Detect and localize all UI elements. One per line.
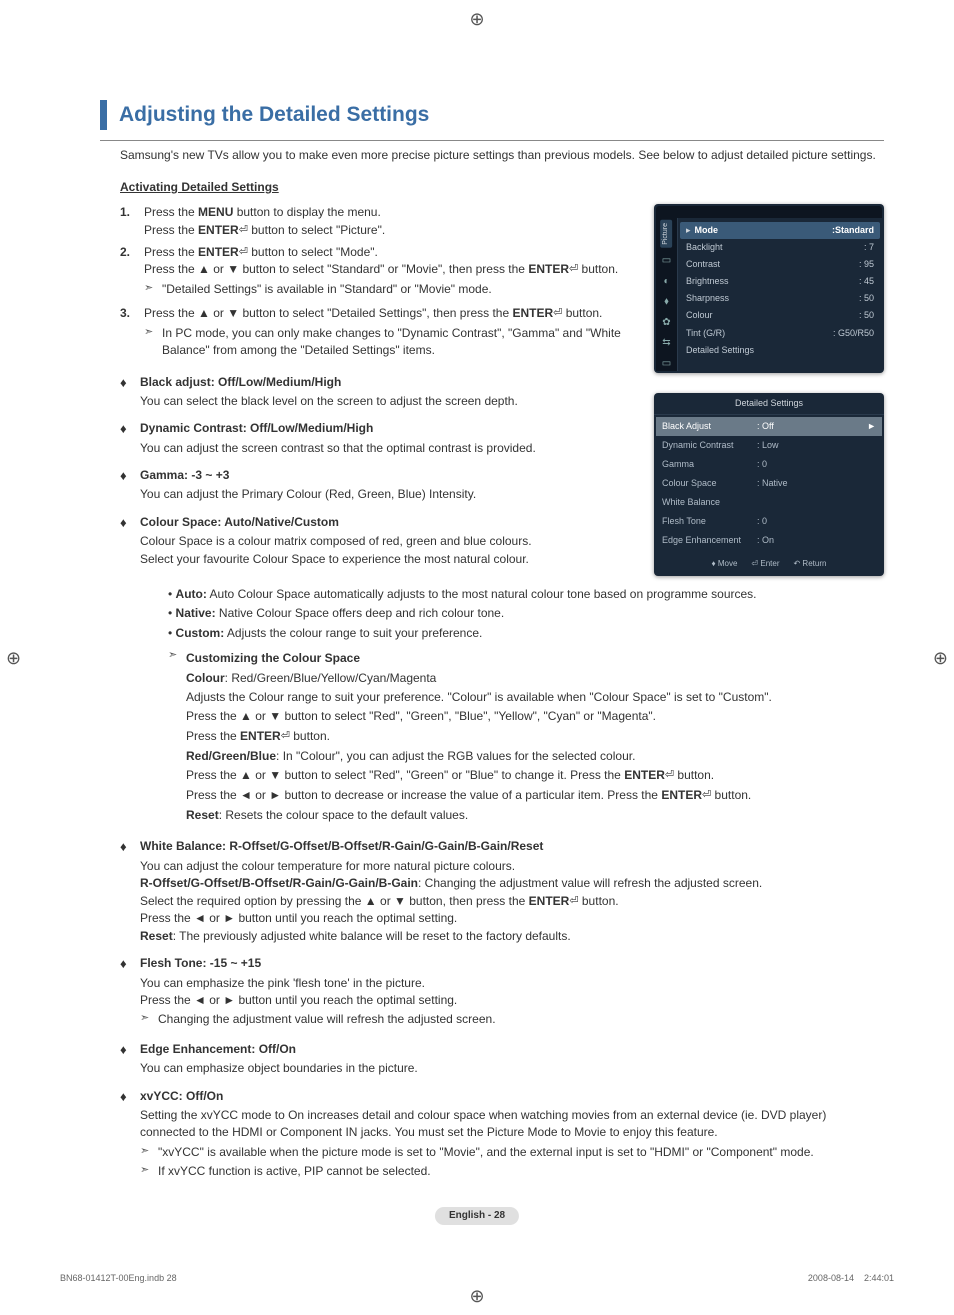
osd2-row: Black Adjust: Off► (656, 417, 882, 436)
osd-row: Tint (G/R): G50/R50 (686, 325, 874, 342)
enter-icon: ⏎ (553, 306, 562, 322)
step-text: Press the ▲ or ▼ button to select "Stand… (144, 262, 618, 276)
feature-list: ♦ Black adjust: Off/Low/Medium/High You … (120, 374, 634, 569)
osd-hint-move: ♦ Move (712, 558, 738, 570)
bullet-icon: ♦ (120, 374, 140, 411)
osd2-row: Flesh Tone: 0 (662, 512, 876, 531)
enter-icon: ⏎ (239, 223, 248, 239)
registration-mark-left: ⊕ (6, 644, 21, 670)
feature-title: White Balance: R-Offset/G-Offset/B-Offse… (140, 838, 884, 855)
osd2-footer: ♦ Move ⏎ Enter ↶ Return (654, 554, 884, 576)
doc-footer-right: 2008-08-14 2:44:01 (808, 1272, 894, 1285)
bullet-icon: ♦ (120, 514, 140, 568)
feature-title: Edge Enhancement: Off/On (140, 1041, 884, 1058)
note-icon: ➣ (144, 281, 162, 298)
step-text: Press the ENTER ⏎ button to select "Pict… (144, 223, 385, 237)
feature-title: Colour Space: Auto/Native/Custom (140, 514, 634, 531)
enter-icon: ⏎ (569, 894, 578, 910)
osd-detailed-settings: Detailed Settings Black Adjust: Off►Dyna… (654, 393, 884, 576)
osd2-row: Dynamic Contrast: Low (662, 436, 876, 455)
osd-picture-menu: Picture ▭ ◐ ⬧ ✿ ⇆ ▭ ▸ Mode :Standard (654, 204, 884, 373)
registration-mark-bottom: ⊕ (469, 1283, 484, 1309)
feature-list-continued: ♦ White Balance: R-Offset/G-Offset/B-Off… (120, 838, 884, 1182)
feature-body: Colour Space is a colour matrix composed… (140, 533, 634, 550)
osd-row: Brightness: 45 (686, 273, 874, 290)
osd-icon: ◐ (663, 275, 669, 290)
bullet-icon: ♦ (120, 955, 140, 1031)
osd-tab-label: Picture (660, 220, 672, 248)
bullet-icon: ♦ (120, 1041, 140, 1078)
osd2-row: Gamma: 0 (662, 455, 876, 474)
registration-mark-top: ⊕ (469, 6, 484, 32)
osd-icon: ✿ (662, 316, 670, 331)
osd-row: Sharpness: 50 (686, 290, 874, 307)
page-number-badge: English - 28 (435, 1207, 519, 1226)
feature-title: Dynamic Contrast: Off/Low/Medium/High (140, 420, 634, 437)
feature-title: Gamma: -3 ~ +3 (140, 467, 634, 484)
registration-mark-right: ⊕ (933, 644, 948, 670)
osd-row: Backlight: 7 (686, 239, 874, 256)
osd2-row: Colour Space: Native (662, 474, 876, 493)
osd-row: Contrast: 95 (686, 256, 874, 273)
osd-row: Detailed Settings (686, 342, 874, 359)
enter-icon: ⏎ (281, 729, 290, 745)
feature-body: You can adjust the screen contrast so th… (140, 440, 634, 457)
intro-text: Samsung's new TVs allow you to make even… (120, 147, 884, 164)
enter-icon: ⏎ (239, 245, 248, 261)
note-icon: ➣ (168, 648, 186, 826)
step-number: 1. (120, 204, 144, 239)
subheading: Activating Detailed Settings (120, 179, 884, 196)
enter-icon: ⏎ (569, 262, 578, 278)
note-text: In PC mode, you can only make changes to… (162, 325, 634, 360)
doc-footer-left: BN68-01412T-00Eng.indb 28 (60, 1272, 177, 1285)
osd2-row: White Balance (662, 493, 876, 512)
steps-list: 1. Press the MENU button to display the … (120, 204, 634, 361)
osd-row: Colour: 50 (686, 307, 874, 324)
feature-title: Black adjust: Off/Low/Medium/High (140, 374, 634, 391)
feature-body: You can select the black level on the sc… (140, 393, 634, 410)
note-icon: ➣ (144, 325, 162, 360)
note-icon: ➣ (140, 1163, 158, 1180)
osd-icon: ▭ (662, 254, 671, 269)
osd-icon: ▭ (662, 357, 671, 372)
bullet-icon: ♦ (120, 838, 140, 945)
page-title: Adjusting the Detailed Settings (100, 100, 884, 130)
osd-hint-return: ↶ Return (793, 558, 826, 570)
osd-sidebar: Picture ▭ ◐ ⬧ ✿ ⇆ ▭ (656, 218, 678, 371)
bullet-icon: ♦ (120, 1088, 140, 1183)
step-number: 3. (120, 305, 144, 362)
feature-body: You can adjust the Primary Colour (Red, … (140, 486, 634, 503)
feature-title: xvYCC: Off/On (140, 1088, 884, 1105)
osd2-title: Detailed Settings (654, 393, 884, 415)
note-icon: ➣ (140, 1144, 158, 1161)
bullet-icon: ♦ (120, 420, 140, 457)
osd2-row: Edge Enhancement: On (662, 531, 876, 550)
osd-hint-enter: ⏎ Enter (751, 558, 779, 570)
enter-icon: ⏎ (702, 788, 711, 804)
note-icon: ➣ (140, 1011, 158, 1028)
customize-heading: Customizing the Colour Space (186, 651, 360, 665)
bullet-icon: ♦ (120, 467, 140, 504)
feature-title: Flesh Tone: -15 ~ +15 (140, 955, 884, 972)
step-text: Press the MENU button to display the men… (144, 205, 381, 219)
colour-space-options: • Auto: Auto Colour Space automatically … (168, 586, 884, 642)
osd-icon: ⇆ (662, 336, 670, 351)
osd-icon: ⬧ (664, 295, 669, 310)
enter-icon: ⏎ (665, 768, 674, 784)
step-number: 2. (120, 244, 144, 301)
step-text: Press the ▲ or ▼ button to select "Detai… (144, 306, 602, 320)
osd-row-mode: ▸ Mode :Standard (680, 222, 880, 239)
feature-body: Select your favourite Colour Space to ex… (140, 551, 634, 568)
step-text: Press the ENTER ⏎ button to select "Mode… (144, 245, 378, 259)
note-text: "Detailed Settings" is available in "Sta… (162, 281, 634, 298)
